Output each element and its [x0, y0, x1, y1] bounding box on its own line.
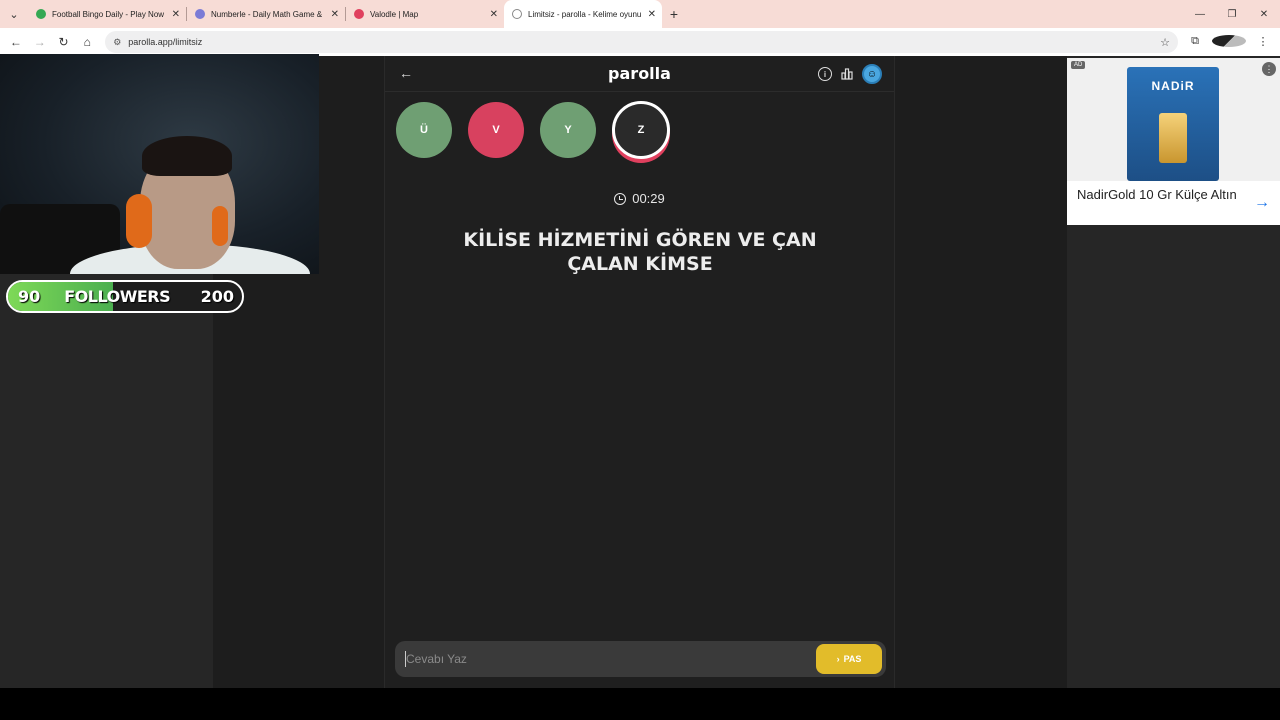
- answer-bar: › PAS: [395, 641, 886, 677]
- back-arrow-icon[interactable]: ←: [399, 65, 413, 81]
- close-tab-icon[interactable]: ✕: [490, 9, 498, 20]
- info-icon[interactable]: i: [818, 67, 832, 81]
- tab-parolla[interactable]: Limitsiz - parolla - Kelime oyunu ✕: [504, 0, 662, 28]
- extensions-icon[interactable]: ⧉: [1178, 35, 1212, 50]
- headphone-right: [212, 206, 228, 246]
- tab-title: Numberle - Daily Math Game &: [211, 9, 323, 19]
- letter-circle: Y: [540, 102, 596, 158]
- letter-circle: Ü: [396, 102, 452, 158]
- favicon-icon: [512, 9, 522, 19]
- letter-circle: V: [468, 102, 524, 158]
- question-text: KİLİSE HİZMETİNİ GÖREN VE ÇAN ÇALAN KİMS…: [463, 229, 817, 275]
- url-text: parolla.app/limitsiz: [128, 37, 203, 47]
- pass-button[interactable]: › PAS: [816, 644, 882, 674]
- tab-football-bingo[interactable]: Football Bingo Daily - Play Now ✕: [28, 0, 186, 28]
- gold-bar: [1159, 113, 1187, 163]
- window-controls: — ❐ ✕: [1184, 9, 1280, 20]
- favicon-icon: [354, 9, 364, 19]
- user-avatar[interactable]: ☺: [862, 64, 882, 84]
- reload-icon[interactable]: ↻: [52, 35, 76, 49]
- tab-title: Football Bingo Daily - Play Now: [52, 9, 165, 19]
- ad-menu-icon[interactable]: ⋮: [1262, 62, 1276, 76]
- ad-brand: NADiR: [1151, 79, 1195, 93]
- chevron-right-icon: ›: [836, 654, 840, 664]
- followers-label: FOLLOWERS: [64, 287, 171, 306]
- ad-title[interactable]: NadirGold 10 Gr Külçe Altın: [1077, 187, 1237, 203]
- webcam-overlay: [0, 54, 319, 274]
- clock-icon: [614, 192, 627, 205]
- favicon-icon: [36, 9, 46, 19]
- close-tab-icon[interactable]: ✕: [648, 9, 656, 20]
- tab-title: Valodle | Map: [370, 9, 419, 19]
- favicon-icon: [195, 9, 205, 19]
- game-panel: ← parolla i ☺ Ü V Y Z 00:29 KİLİSE HİZME…: [384, 56, 895, 688]
- address-bar[interactable]: ⚙ parolla.app/limitsiz ☆: [105, 31, 1179, 53]
- headphone-left: [126, 194, 152, 248]
- close-tab-icon[interactable]: ✕: [331, 9, 339, 20]
- tab-valodle[interactable]: Valodle | Map ✕: [346, 0, 504, 28]
- tab-search-icon[interactable]: ⌄: [0, 0, 28, 28]
- letter-circle-current: Z: [612, 101, 670, 159]
- followers-current: 90: [18, 287, 41, 306]
- restore-icon[interactable]: ❐: [1216, 9, 1248, 20]
- new-tab-button[interactable]: +: [662, 6, 686, 22]
- browser-menu-icon[interactable]: ⋮: [1246, 35, 1280, 50]
- back-icon[interactable]: ←: [4, 35, 28, 49]
- pass-label: PAS: [843, 654, 862, 664]
- followers-goal: 200: [200, 287, 234, 306]
- arrow-right-icon[interactable]: →: [1254, 194, 1270, 212]
- timer: 00:29: [385, 191, 894, 206]
- stats-icon[interactable]: [840, 67, 854, 81]
- tab-numberle[interactable]: Numberle - Daily Math Game & ✕: [187, 0, 345, 28]
- timer-value: 00:29: [632, 191, 665, 206]
- close-tab-icon[interactable]: ✕: [172, 9, 180, 20]
- right-gutter: [895, 56, 1067, 688]
- close-window-icon[interactable]: ✕: [1248, 9, 1280, 20]
- letter-wheel: Ü V Y Z: [396, 101, 670, 159]
- ad-image[interactable]: NADiR AD ⋮: [1067, 58, 1280, 181]
- followers-goal-bar: 90 FOLLOWERS 200: [6, 280, 244, 313]
- browser-toolbar: ← → ↻ ⌂ ⚙ parolla.app/limitsiz ☆ ⧉ ⋮: [0, 28, 1280, 56]
- tab-strip: ⌄ Football Bingo Daily - Play Now ✕ Numb…: [0, 0, 1280, 28]
- site-info-icon[interactable]: ⚙: [113, 37, 121, 48]
- tab-title: Limitsiz - parolla - Kelime oyunu: [528, 9, 642, 19]
- ad-badge: AD: [1071, 61, 1086, 69]
- cam-hair: [142, 136, 232, 176]
- ad-card[interactable]: NADiR AD ⋮ NadirGold 10 Gr Külçe Altın →: [1067, 58, 1280, 225]
- bookmark-star-icon[interactable]: ☆: [1160, 36, 1170, 49]
- forward-icon[interactable]: →: [28, 35, 52, 49]
- home-icon[interactable]: ⌂: [75, 35, 99, 49]
- answer-input[interactable]: [405, 651, 816, 667]
- game-header: ← parolla i ☺: [385, 56, 894, 92]
- profile-avatar[interactable]: [1212, 34, 1247, 50]
- minimize-icon[interactable]: —: [1184, 9, 1216, 20]
- taskbar: [0, 688, 1280, 720]
- gold-package: NADiR: [1127, 67, 1219, 181]
